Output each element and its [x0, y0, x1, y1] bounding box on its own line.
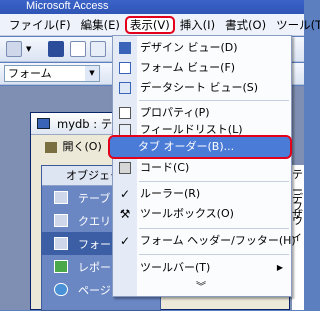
menu-item-code[interactable]: コード(C)	[113, 158, 291, 178]
menu-label: フォーム ビュー(F)	[140, 61, 236, 74]
form-icon	[54, 237, 68, 250]
open-icon	[45, 141, 57, 153]
menu-tools[interactable]: ツール(T)	[271, 16, 320, 34]
save-icon[interactable]	[48, 41, 64, 57]
report-icon	[54, 260, 68, 273]
menu-label: コード(C)	[140, 161, 190, 174]
menu-item-toolbox[interactable]: ⚒ ツールボックス(O)	[113, 204, 291, 224]
submenu-arrow-icon: ▶	[276, 263, 283, 272]
menu-separator	[139, 254, 289, 255]
menu-label: プロパティ(P)	[140, 106, 210, 119]
chevron-down-icon[interactable]: ▼	[85, 66, 99, 81]
menu-insert[interactable]: 挿入(I)	[175, 16, 220, 34]
menu-label: ツールボックス(O)	[140, 207, 234, 220]
print-icon[interactable]	[70, 41, 86, 57]
object-label: フォー	[78, 237, 111, 251]
query-icon	[54, 214, 68, 227]
view-icon[interactable]	[6, 41, 22, 57]
menu-separator	[139, 100, 289, 101]
db-title: mydb : テ	[57, 117, 113, 131]
menu-bar: ファイル(F) 編集(E) 表示(V) 挿入(I) 書式(O) ツール(T)	[0, 14, 320, 36]
view-menu-dropdown: デザイン ビュー(D) フォーム ビュー(F) データシート ビュー(S) プロ…	[112, 35, 296, 297]
menu-separator	[139, 228, 289, 229]
menu-item-form-view[interactable]: フォーム ビュー(F)	[113, 58, 291, 78]
view-dropdown-icon[interactable]: ▼	[26, 41, 34, 57]
code-icon	[119, 162, 131, 174]
menu-separator	[139, 181, 289, 182]
database-icon	[37, 118, 50, 129]
menu-file[interactable]: ファイル(F)	[4, 16, 76, 34]
menu-item-form-header-footer[interactable]: ✓ フォーム ヘッダー/フッター(H)	[113, 231, 296, 251]
menu-item-toolbars[interactable]: ツールバー(T) ▶	[113, 258, 291, 278]
menu-format[interactable]: 書式(O)	[220, 16, 271, 34]
open-button[interactable]: 開く(O)	[63, 140, 102, 153]
menu-label: フォーム ヘッダー/フッター(H)	[140, 234, 296, 247]
form-view-icon	[119, 62, 131, 74]
expand-menu-icon[interactable]: ︾	[112, 281, 290, 295]
window-title: Microsoft Access	[26, 0, 109, 12]
object-label: レポー	[78, 260, 111, 274]
menu-item-tab-order[interactable]: タブ オーダー(B)...	[108, 135, 292, 159]
properties-icon	[119, 107, 131, 119]
check-icon: ✓	[119, 187, 131, 201]
menu-edit[interactable]: 編集(E)	[76, 16, 125, 34]
toolbox-icon: ⚒	[119, 207, 131, 221]
menu-label: ルーラー(R)	[140, 187, 201, 200]
menu-label: ツールバー(T)	[140, 261, 211, 274]
object-combo-value: フォーム	[8, 67, 52, 80]
object-label: テーブ	[78, 191, 111, 205]
datasheet-icon	[119, 82, 131, 94]
check-icon: ✓	[119, 234, 131, 248]
table-icon	[54, 191, 68, 204]
page-icon	[54, 283, 68, 296]
menu-view[interactable]: 表示(V)	[124, 15, 175, 34]
menu-label: データシート ビュー(S)	[140, 81, 259, 94]
object-label: ページ	[78, 283, 111, 297]
design-view-icon	[119, 42, 131, 54]
object-combo[interactable]: フォーム ▼	[4, 65, 100, 82]
menu-item-ruler[interactable]: ✓ ルーラー(R)	[113, 184, 291, 204]
menu-item-design-view[interactable]: デザイン ビュー(D)	[113, 38, 291, 58]
object-label: クエリ	[78, 214, 111, 228]
menu-item-datasheet-view[interactable]: データシート ビュー(S)	[113, 78, 291, 98]
app-title-bar: Microsoft Access	[0, 0, 304, 14]
menu-label: デザイン ビュー(D)	[140, 41, 238, 54]
preview-icon[interactable]	[90, 41, 106, 57]
menu-label: タブ オーダー(B)...	[138, 140, 235, 153]
